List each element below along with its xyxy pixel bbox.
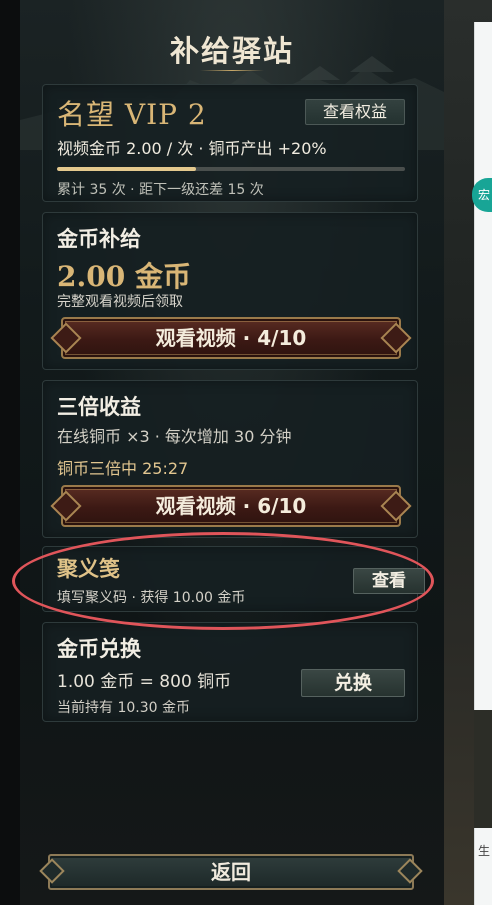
watch-video-coin-label: 观看视频 · 4/10 xyxy=(155,326,307,350)
juyi-description: 填写聚义码 · 获得 10.00 金币 xyxy=(57,590,246,606)
title-underline xyxy=(200,70,264,71)
vip-level-title: 名望 VIP 2 xyxy=(57,98,207,131)
coin-exchange-card: 金币兑换 1.00 金币 = 800 铜币 当前持有 10.30 金币 兑换 xyxy=(42,622,418,722)
back-button-label: 返回 xyxy=(211,860,251,884)
exchange-button[interactable]: 兑换 xyxy=(301,669,405,697)
juyi-title: 聚义笺 xyxy=(57,557,120,581)
ornate-end-right xyxy=(397,858,423,884)
left-background-strip xyxy=(0,0,20,905)
page-title: 补给驿站 xyxy=(169,34,294,68)
exchange-rate-text: 1.00 金币 = 800 铜币 xyxy=(57,672,232,692)
watch-video-triple-button[interactable]: 观看视频 · 6/10 xyxy=(50,485,412,527)
juyi-view-button[interactable]: 查看 xyxy=(353,568,425,594)
background-app-panel xyxy=(474,22,492,710)
triple-income-card: 三倍收益 在线铜币 ×3 · 每次增加 30 分钟 铜币三倍中 25:27 观看… xyxy=(42,380,418,538)
coin-supply-card: 金币补给 2.00 金币 完整观看视频后领取 观看视频 · 4/10 xyxy=(42,212,418,370)
juyi-card: 聚义笺 填写聚义码 · 获得 10.00 金币 查看 xyxy=(42,546,425,612)
background-app-gap xyxy=(474,710,492,828)
background-app-lower-panel xyxy=(474,828,492,905)
coin-exchange-heading: 金币兑换 xyxy=(57,637,141,661)
background-badge-char: 宏 xyxy=(477,188,490,202)
vip-card: 名望 VIP 2 查看权益 视频金币 2.00 / 次 · 铜币产出 +20% … xyxy=(42,84,418,202)
coin-supply-description: 完整观看视频后领取 xyxy=(57,294,183,310)
back-button[interactable]: 返回 xyxy=(39,854,423,890)
ornate-end-left xyxy=(50,490,82,522)
ornate-end-right xyxy=(380,490,412,522)
watch-video-coin-button[interactable]: 观看视频 · 4/10 xyxy=(50,317,412,359)
ornate-end-right xyxy=(380,322,412,354)
triple-income-heading: 三倍收益 xyxy=(57,395,141,419)
triple-income-description: 在线铜币 ×3 · 每次增加 30 分钟 xyxy=(57,427,292,446)
coin-supply-heading: 金币补给 xyxy=(57,227,141,251)
coin-supply-amount: 2.00 金币 xyxy=(57,260,191,293)
vip-progress-bar xyxy=(57,167,405,171)
triple-income-status: 铜币三倍中 25:27 xyxy=(57,459,189,478)
vip-progress-fill xyxy=(57,167,197,171)
supply-station-screen: 补给驿站 名望 VIP 2 查看权益 视频金币 2.00 / 次 · 铜币产出 … xyxy=(20,0,444,905)
vip-reward-line: 视频金币 2.00 / 次 · 铜币产出 +20% xyxy=(57,139,327,158)
vip-stats-text: 累计 35 次 · 距下一级还差 15 次 xyxy=(57,182,264,198)
ornate-end-left xyxy=(39,858,65,884)
background-app-window: 宏 生 xyxy=(444,0,492,905)
view-rights-button[interactable]: 查看权益 xyxy=(305,99,405,125)
ornate-end-left xyxy=(50,322,82,354)
current-holding-text: 当前持有 10.30 金币 xyxy=(57,700,190,716)
background-lower-char: 生 xyxy=(478,844,491,858)
watch-video-triple-label: 观看视频 · 6/10 xyxy=(155,494,307,518)
